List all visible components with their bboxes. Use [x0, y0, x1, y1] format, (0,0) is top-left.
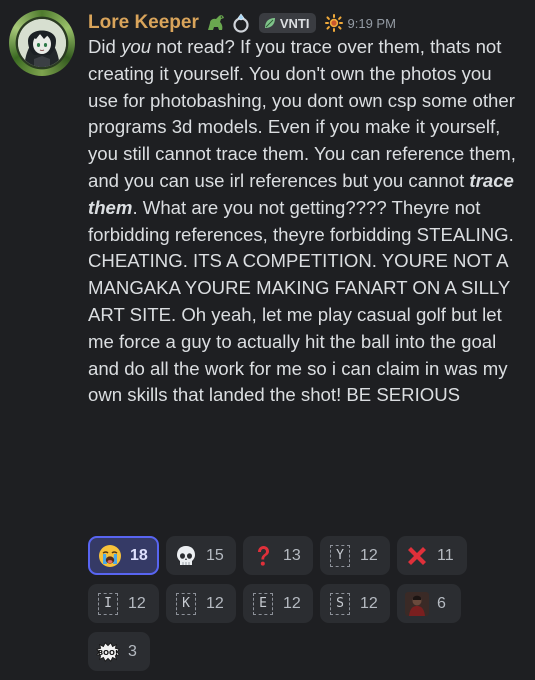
reaction-count: 3: [128, 642, 137, 660]
reaction-count: 12: [360, 594, 378, 612]
reaction-letter-y[interactable]: Y 12: [320, 536, 390, 575]
reaction-letter-i[interactable]: I 12: [88, 584, 159, 623]
reaction-letter-k[interactable]: K 12: [166, 584, 236, 623]
message-header: Lore Keeper VNTI 9:19 PM: [88, 10, 396, 36]
letter-k-glyph: K: [176, 592, 196, 615]
reaction-count: 18: [130, 546, 148, 564]
reaction-cross-mark[interactable]: 11: [397, 536, 467, 575]
cross-mark-icon: [405, 544, 429, 568]
reaction-letter-e[interactable]: E 12: [243, 584, 313, 623]
username[interactable]: Lore Keeper: [88, 12, 199, 34]
skull-icon: [174, 544, 198, 568]
reaction-count: 6: [437, 594, 446, 612]
red-question-mark-icon: [251, 544, 275, 568]
reaction-count: 12: [283, 594, 301, 612]
letter-i-icon: I: [96, 592, 120, 616]
chat-message: Lore Keeper VNTI 9:19 PM Did you not rea…: [0, 0, 535, 680]
boo-label: BOO!: [98, 648, 118, 656]
reaction-loudly-crying[interactable]: 18: [88, 536, 159, 575]
reaction-boo[interactable]: BOO! 3: [88, 632, 150, 671]
reaction-portrait[interactable]: 6: [397, 584, 461, 623]
loudly-crying-face-icon: [98, 544, 122, 568]
reaction-count: 12: [360, 546, 378, 564]
leaf-icon: [264, 18, 275, 28]
timestamp: 9:19 PM: [347, 15, 396, 31]
letter-y-icon: Y: [328, 544, 352, 568]
reaction-count: 12: [206, 594, 224, 612]
server-tag-label: VNTI: [279, 15, 310, 31]
reaction-count: 12: [128, 594, 146, 612]
sun-icon: [324, 14, 343, 32]
letter-e-icon: E: [251, 592, 275, 616]
message-text-part: . What are you not getting???? Theyre no…: [88, 196, 519, 406]
letter-y-glyph: Y: [330, 544, 350, 567]
dinosaur-icon: [205, 12, 227, 34]
reaction-count: 13: [283, 546, 301, 564]
letter-k-icon: K: [174, 592, 198, 616]
letter-e-glyph: E: [253, 592, 273, 615]
avatar[interactable]: [9, 10, 75, 76]
avatar-girl-icon: [18, 19, 66, 67]
boo-sticker-icon: BOO!: [96, 640, 120, 664]
ring-icon: [230, 12, 252, 34]
reaction-question[interactable]: 13: [243, 536, 313, 575]
reaction-count: 15: [206, 546, 224, 564]
reaction-letter-s[interactable]: S 12: [320, 584, 390, 623]
message-content: Did you not read? If you trace over them…: [88, 34, 520, 409]
message-text-emphasis: you: [121, 36, 152, 57]
letter-s-icon: S: [328, 592, 352, 616]
letter-s-glyph: S: [330, 592, 350, 615]
reaction-count: 11: [437, 546, 454, 564]
server-tag[interactable]: VNTI: [258, 13, 316, 33]
letter-i-glyph: I: [98, 592, 118, 615]
reaction-skull[interactable]: 15: [166, 536, 236, 575]
message-text-part: not read? If you trace over them, thats …: [88, 36, 522, 191]
message-text-part: Did: [88, 36, 122, 57]
person-portrait-icon: [405, 591, 429, 616]
